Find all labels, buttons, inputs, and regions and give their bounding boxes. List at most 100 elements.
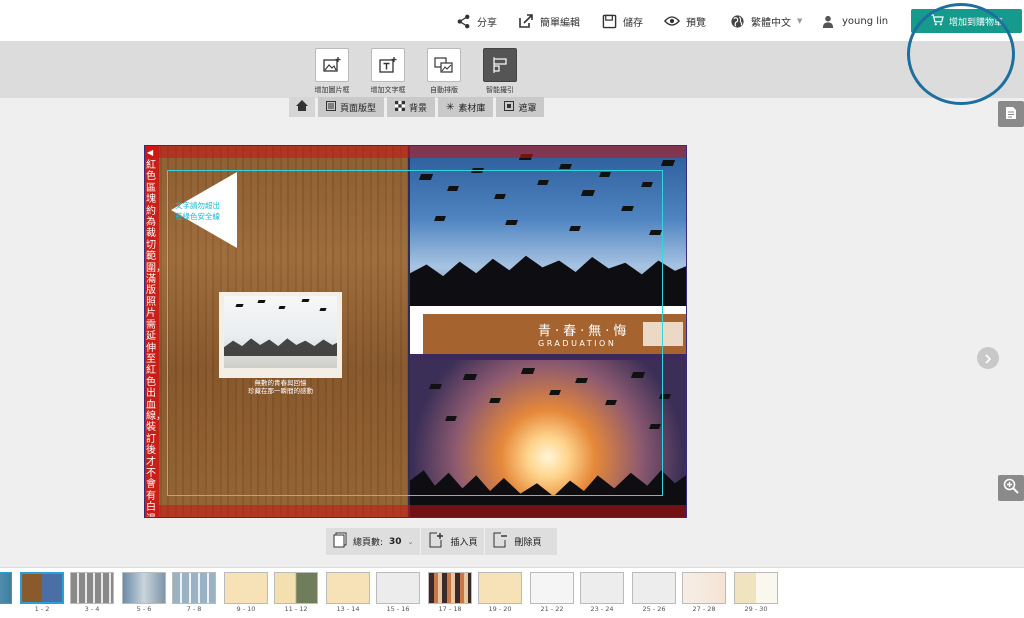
thumbnail-label: 19 - 20 — [488, 605, 512, 613]
delete-page-icon — [492, 532, 508, 551]
thumbnail-spread[interactable] — [172, 572, 216, 604]
tab-page-layout[interactable]: 頁面版型 — [318, 97, 385, 117]
title-zh[interactable]: 青·春·無·悔 — [538, 320, 630, 339]
thumbnail-spread[interactable] — [632, 572, 676, 604]
thumbnail-label: 5 - 6 — [136, 605, 152, 613]
smart-guides-icon — [483, 48, 517, 82]
tab-page-layout-label: 頁面版型 — [340, 103, 377, 114]
thumbnail-spread[interactable] — [734, 572, 778, 604]
thumbnail-spread[interactable] — [122, 572, 166, 604]
graduation-photo-bottom[interactable] — [410, 360, 686, 517]
graduation-photo-top[interactable] — [410, 146, 686, 308]
left-caption[interactable]: 無數的青春與回憶 珍藏在那一瞬間的感動 — [219, 379, 342, 395]
eye-icon — [664, 13, 680, 29]
thumbnail-spread[interactable] — [224, 572, 268, 604]
page-settings-button[interactable] — [998, 101, 1024, 127]
thumbnail-strip: 1 - 2 3 - 4 5 - 6 7 - 8 9 - 10 11 - 12 1… — [0, 567, 1024, 618]
add-to-cart-label: 增加到購物車 — [948, 17, 1003, 28]
tab-mask-label: 遮罩 — [518, 103, 537, 114]
checker-icon — [395, 100, 406, 114]
auto-layout-icon — [427, 48, 461, 82]
thumbnail-spread[interactable] — [274, 572, 318, 604]
thumbnail-label: 17 - 18 — [438, 605, 462, 613]
smart-guides-button[interactable]: 智能撮引 — [475, 48, 525, 95]
bleed-top — [145, 146, 686, 158]
save-button[interactable]: 儲存 — [601, 0, 643, 42]
simple-edit-button[interactable]: 簡單編輯 — [518, 0, 580, 42]
add-text-frame-label: 增加文字框 — [370, 86, 406, 94]
left-caption-line-1: 無數的青春與回憶 — [254, 379, 307, 387]
top-bar: 分享 簡單編輯 儲存 預覽 繁體中文 ▼ young lin 增加到購物車 — [0, 0, 1024, 42]
thumbnail-spread[interactable] — [530, 572, 574, 604]
add-image-frame-button[interactable]: 增加圖片框 — [307, 48, 357, 95]
total-pages-label: 總頁數: — [353, 538, 384, 548]
thumbnail-spread[interactable] — [376, 572, 420, 604]
left-photo-frame[interactable] — [219, 292, 342, 378]
right-page[interactable]: 青·春·無·悔 GRADUATION — [410, 146, 686, 517]
tab-background-label: 背景 — [409, 103, 428, 114]
pages-icon — [333, 532, 347, 551]
auto-layout-label: 自動排版 — [430, 86, 458, 94]
total-pages-select[interactable]: 總頁數: 30 ⌄ — [326, 528, 422, 555]
tool-bar: 增加圖片框 增加文字框 自動排版 智能撮引 — [0, 42, 1024, 98]
thumbnail-spread[interactable] — [580, 572, 624, 604]
thumbnail-spread[interactable] — [428, 572, 472, 604]
tab-background[interactable]: 背景 — [387, 97, 436, 117]
thumbnail-spread[interactable] — [70, 572, 114, 604]
arrow-left-icon: ◀ — [147, 148, 154, 157]
bleed-bottom — [145, 505, 686, 517]
add-text-icon — [371, 48, 405, 82]
simple-edit-label: 簡單編輯 — [540, 17, 580, 29]
chevron-down-icon: ▼ — [797, 17, 803, 25]
smart-guides-label: 智能撮引 — [486, 86, 514, 94]
thumbnail-label: 25 - 26 — [642, 605, 666, 613]
preview-label: 預覽 — [686, 17, 706, 29]
thumbnail-spread[interactable] — [20, 572, 64, 604]
thumbnail-label: 21 - 22 — [540, 605, 564, 613]
share-icon — [455, 13, 471, 29]
graduation-group-photo[interactable] — [224, 296, 337, 368]
save-icon — [601, 13, 617, 29]
banner-accent-block — [643, 322, 683, 346]
sparkle-icon: ✳ — [446, 101, 455, 113]
zoom-in-button[interactable] — [998, 475, 1024, 501]
total-pages-value[interactable]: 30 — [389, 537, 402, 547]
thumbnail-spread[interactable] — [682, 572, 726, 604]
tab-home[interactable] — [289, 97, 315, 117]
document-icon — [1005, 105, 1017, 124]
thumbnail-label: 1 - 2 — [34, 605, 50, 613]
thumbnail-spread[interactable] — [326, 572, 370, 604]
thumbnail-label: 7 - 8 — [186, 605, 202, 613]
auto-layout-button[interactable]: 自動排版 — [419, 48, 469, 95]
external-edit-icon — [518, 13, 534, 29]
user-name: young lin — [842, 15, 889, 27]
user-icon — [820, 13, 836, 29]
album-spread[interactable]: 青·春·無·悔 GRADUATION ◀ 紅色區塊約為裁切範圍，滿版照片需延伸至… — [144, 145, 687, 518]
language-select[interactable]: 繁體中文 ▼ — [729, 0, 802, 42]
center-fold-line — [408, 146, 410, 517]
thumbnail-cover[interactable] — [0, 572, 12, 604]
user-menu[interactable]: young lin — [820, 0, 888, 42]
title-en[interactable]: GRADUATION — [538, 339, 616, 348]
zoom-in-icon — [1003, 478, 1019, 498]
add-text-frame-button[interactable]: 增加文字框 — [363, 48, 413, 95]
title-banner[interactable]: 青·春·無·悔 GRADUATION — [423, 314, 686, 354]
delete-page-label: 刪除頁 — [514, 538, 542, 548]
tab-mask[interactable]: 遮罩 — [496, 97, 545, 117]
add-to-cart-button[interactable]: 增加到購物車 — [911, 9, 1022, 33]
preview-button[interactable]: 預覽 — [664, 0, 706, 42]
thumbnail-label: 27 - 28 — [692, 605, 716, 613]
next-spread-button[interactable] — [977, 347, 999, 369]
page-controls: 總頁數: 30 ⌄ 插入頁 刪除頁 — [326, 528, 557, 555]
callout-line-2: 藍綠色安全線 — [175, 212, 220, 221]
thumbnail-label: 13 - 14 — [336, 605, 360, 613]
share-button[interactable]: 分享 — [455, 0, 497, 42]
delete-page-button[interactable]: 刪除頁 — [485, 528, 548, 555]
left-caption-line-2: 珍藏在那一瞬間的感動 — [248, 387, 313, 395]
insert-page-button[interactable]: 插入頁 — [421, 528, 486, 555]
tab-materials[interactable]: ✳ 素材庫 — [438, 97, 494, 117]
thumbnail-spread[interactable] — [478, 572, 522, 604]
mask-icon — [504, 100, 515, 114]
chevron-down-icon: ⌄ — [407, 537, 414, 546]
insert-page-label: 插入頁 — [450, 538, 478, 548]
